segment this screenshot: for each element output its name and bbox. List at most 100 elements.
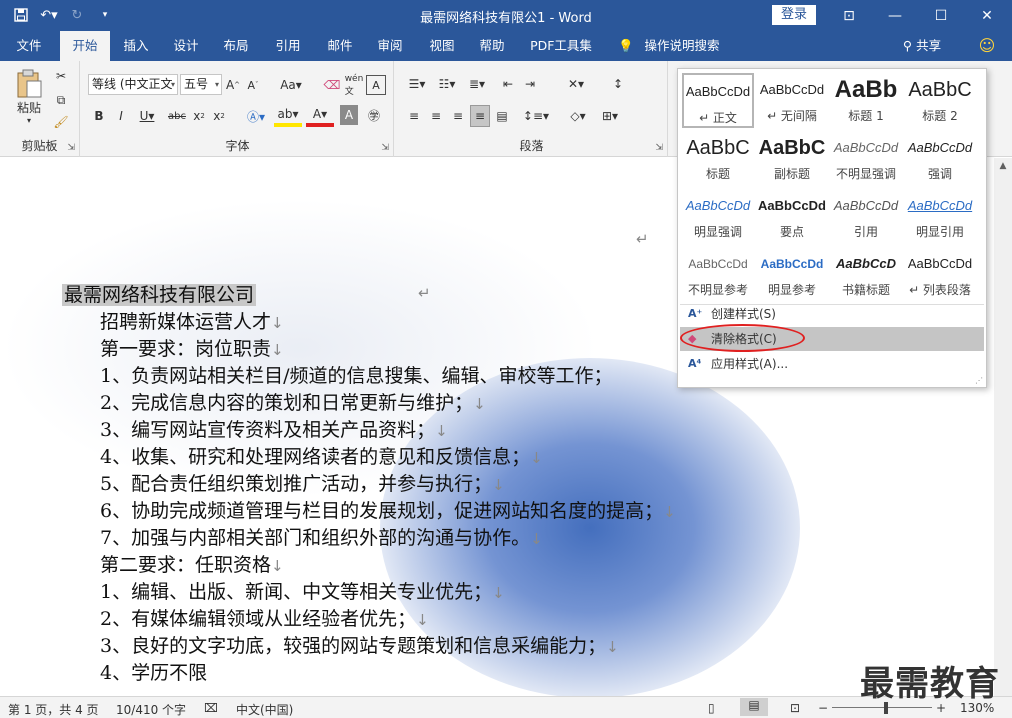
document-line[interactable]: 1、负责网站相关栏目/频道的信息搜集、编辑、审校等工作； — [100, 361, 613, 388]
share-button[interactable]: ⚲ 共享 — [894, 31, 950, 61]
tell-me-search[interactable]: 操作说明搜索 — [640, 31, 724, 61]
sort-icon[interactable]: ↕ — [608, 73, 628, 95]
style-subtle-reference[interactable]: AaBbCcDd 不明显参考 — [682, 247, 754, 302]
document-line[interactable]: 2、完成信息内容的策划和日常更新与维护；↓ — [100, 388, 486, 415]
tab-pdf-tools[interactable]: PDF工具集 — [524, 31, 598, 61]
zoom-out-icon[interactable]: − — [818, 701, 828, 715]
chinese-layout-icon[interactable]: ✕▾ — [562, 73, 590, 95]
style-title[interactable]: AaBbC 标题 — [682, 131, 754, 186]
document-line[interactable]: 7、加强与内部相关部门和组织外部的沟通与协作。↓ — [100, 523, 543, 550]
style-intense-reference[interactable]: AaBbCcDd 明显参考 — [756, 247, 828, 302]
style-book-title[interactable]: AaBbCcD 书籍标题 — [830, 247, 902, 302]
cut-icon[interactable]: ✂ — [52, 67, 70, 85]
align-right-icon[interactable]: ≡ — [448, 105, 468, 127]
scroll-up-icon[interactable]: ▲ — [994, 158, 1012, 175]
grow-font-icon[interactable]: A ^ — [224, 75, 242, 95]
strikethrough-icon[interactable]: abc — [166, 105, 188, 127]
format-painter-icon[interactable]: 🖌 — [52, 113, 70, 131]
restore-button[interactable]: ☐ — [918, 0, 964, 31]
enclose-circle-icon[interactable]: ㊫ — [364, 105, 384, 125]
superscript-icon[interactable]: x2 — [210, 105, 228, 127]
apply-styles-menu-item[interactable]: A⁴ 应用样式(A)... — [680, 352, 984, 376]
document-line[interactable]: 3、编写网站宣传资料及相关产品资料；↓ — [100, 415, 448, 442]
italic-icon[interactable]: I — [112, 105, 130, 127]
style-heading-2[interactable]: AaBbC 标题 2 — [904, 73, 976, 128]
document-line[interactable]: 第一要求：岗位职责↓ — [100, 334, 284, 361]
document-heading[interactable]: 最需网络科技有限公司 — [62, 280, 257, 307]
tab-references[interactable]: 引用 — [266, 31, 310, 61]
clear-formatting-icon[interactable]: ⌫ — [322, 75, 342, 95]
enclose-characters-icon[interactable]: A — [366, 75, 386, 95]
font-name-combo[interactable]: 等线 (中文正文 ▾ — [88, 74, 178, 95]
style-no-spacing[interactable]: AaBbCcDd ↵ 无间隔 — [756, 73, 828, 128]
read-mode-icon[interactable]: ▯ — [708, 701, 715, 715]
proofing-icon[interactable]: ⌧ — [204, 701, 218, 715]
font-launcher-icon[interactable]: ⇲ — [381, 143, 389, 153]
page-count[interactable]: 第 1 页，共 4 页 — [8, 701, 99, 718]
document-line[interactable]: 1、编辑、出版、新闻、中文等相关专业优先；↓ — [100, 577, 505, 604]
smiley-feedback-icon[interactable]: ☺ — [974, 31, 1000, 61]
font-color-icon[interactable]: A▾ — [306, 105, 334, 127]
change-case-icon[interactable]: Aa▾ — [278, 75, 304, 95]
style-subtitle[interactable]: AaBbC 副标题 — [756, 131, 828, 186]
character-shading-icon[interactable]: A — [340, 105, 358, 125]
increase-indent-icon[interactable]: ⇥ — [520, 73, 540, 95]
document-line[interactable]: 第二要求：任职资格↓ — [100, 550, 284, 577]
decrease-indent-icon[interactable]: ⇤ — [498, 73, 518, 95]
numbering-icon[interactable]: ☷▾ — [434, 73, 460, 95]
minimize-button[interactable]: — — [872, 0, 918, 31]
word-count[interactable]: 10/410 个字 — [116, 701, 186, 718]
document-line[interactable]: 4、收集、研究和处理网络读者的意见和反馈信息；↓ — [100, 442, 543, 469]
resize-grip-icon[interactable]: ⋰ — [975, 376, 983, 385]
highlight-color-icon[interactable]: ab▾ — [274, 105, 302, 127]
tab-view[interactable]: 视图 — [420, 31, 464, 61]
style-emphasis[interactable]: AaBbCcDd 强调 — [904, 131, 976, 186]
underline-icon[interactable]: U▾ — [134, 105, 160, 127]
close-button[interactable]: ✕ — [964, 0, 1010, 31]
clipboard-launcher-icon[interactable]: ⇲ — [67, 143, 75, 153]
print-layout-icon[interactable]: ▤ — [740, 698, 768, 716]
bold-icon[interactable]: B — [90, 105, 108, 127]
text-effects-icon[interactable]: Ⓐ▾ — [242, 105, 270, 127]
borders-icon[interactable]: ⊞▾ — [596, 105, 624, 127]
document-line[interactable]: 4、学历不限 — [100, 658, 207, 685]
phonetic-guide-icon[interactable]: wén 文 — [344, 73, 364, 97]
document-line[interactable]: 6、协助完成频道管理与栏目的发展规划，促进网站知名度的提高；↓ — [100, 496, 676, 523]
style-intense-quote[interactable]: AaBbCcDd 明显引用 — [904, 189, 976, 244]
redo-icon[interactable]: ↻ — [66, 5, 88, 25]
style-subtle-emphasis[interactable]: AaBbCcDd 不明显强调 — [830, 131, 902, 186]
tab-mailings[interactable]: 邮件 — [318, 31, 362, 61]
zoom-slider[interactable] — [832, 707, 932, 708]
multilevel-list-icon[interactable]: ≣▾ — [464, 73, 490, 95]
justify-icon[interactable]: ≡ — [470, 105, 490, 127]
document-line[interactable]: 招聘新媒体运营人才↓ — [100, 307, 284, 334]
line-spacing-icon[interactable]: ↕≡▾ — [522, 105, 550, 127]
subscript-icon[interactable]: x2 — [190, 105, 208, 127]
login-button[interactable]: 登录 — [772, 5, 816, 25]
customize-toolbar-icon[interactable]: ▾ — [94, 5, 116, 25]
tab-file[interactable]: 文件 — [4, 31, 54, 61]
tab-home[interactable]: 开始 — [60, 31, 110, 61]
style-heading-1[interactable]: AaBb 标题 1 — [830, 73, 902, 128]
align-center-icon[interactable]: ≡ — [426, 105, 446, 127]
create-style-menu-item[interactable]: A⁺ 创建样式(S) — [680, 302, 984, 326]
ribbon-display-options-icon[interactable]: ⊡ — [826, 0, 872, 31]
align-left-icon[interactable]: ≡ — [404, 105, 424, 127]
tab-layout[interactable]: 布局 — [214, 31, 258, 61]
style-normal[interactable]: AaBbCcDd ↵ 正文 — [682, 73, 754, 128]
tab-help[interactable]: 帮助 — [470, 31, 514, 61]
save-icon[interactable] — [10, 5, 32, 25]
shrink-font-icon[interactable]: Aˇ — [244, 75, 262, 95]
document-line[interactable]: 5、配合责任组织策划推广活动，并参与执行；↓ — [100, 469, 505, 496]
paste-button[interactable]: 粘贴 ▾ — [10, 67, 48, 127]
style-intense-emphasis[interactable]: AaBbCcDd 明显强调 — [682, 189, 754, 244]
copy-icon[interactable]: ⧉ — [52, 91, 70, 109]
undo-icon[interactable]: ↶▾ — [38, 5, 60, 25]
vertical-scrollbar[interactable]: ▲ — [994, 158, 1012, 696]
web-layout-icon[interactable]: ⊡ — [790, 701, 800, 715]
shading-icon[interactable]: ◇▾ — [564, 105, 592, 127]
style-list-paragraph[interactable]: AaBbCcDd ↵ 列表段落 — [904, 247, 976, 302]
language-status[interactable]: 中文(中国) — [236, 701, 293, 718]
tab-review[interactable]: 审阅 — [368, 31, 412, 61]
bullets-icon[interactable]: ☰▾ — [404, 73, 430, 95]
